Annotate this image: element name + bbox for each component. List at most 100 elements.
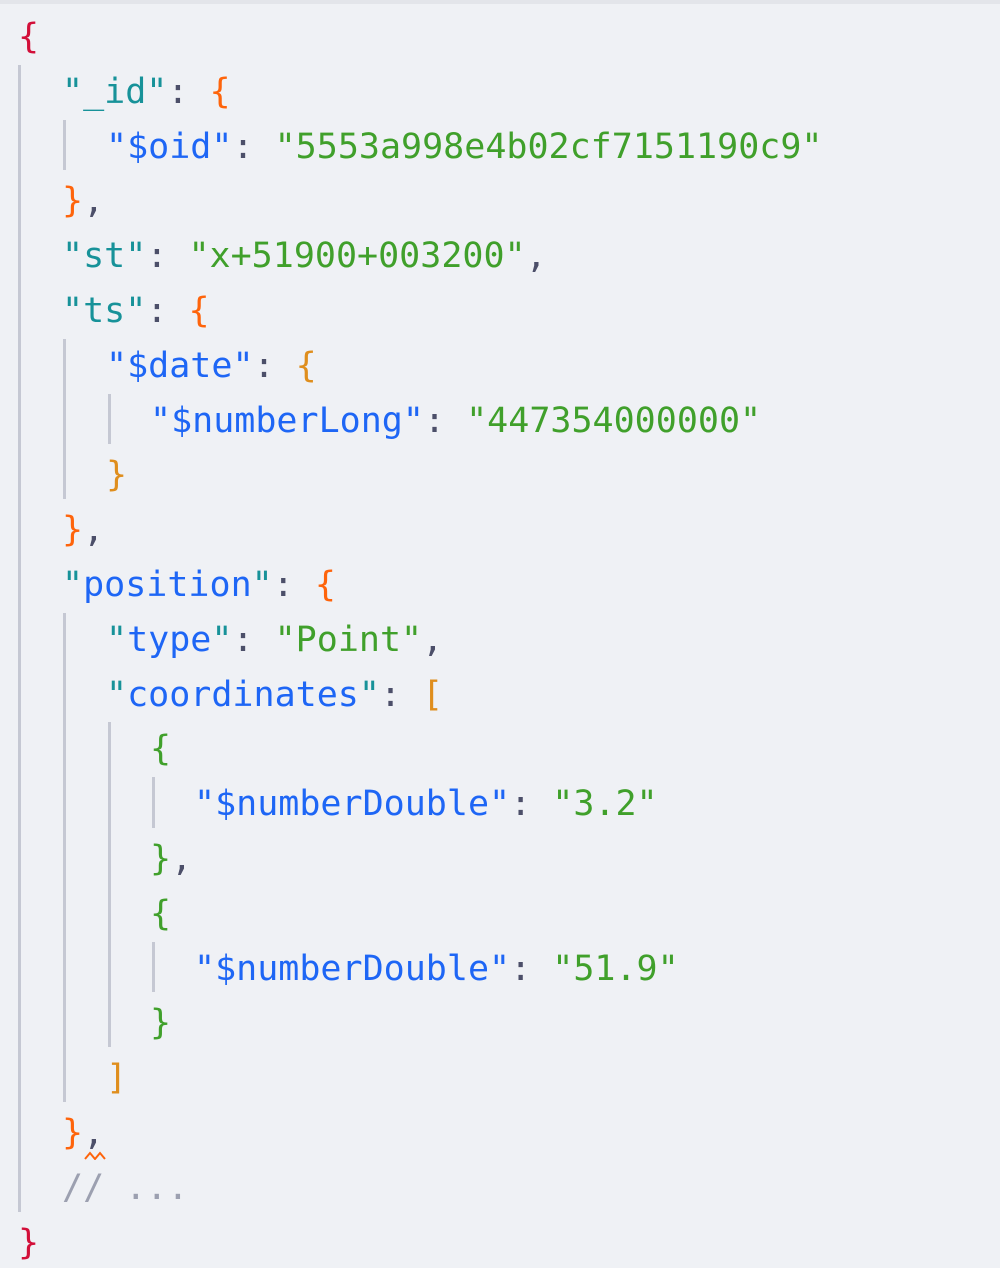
code-token: " xyxy=(62,565,84,605)
code-token: coordinates xyxy=(127,674,359,715)
code-token: { xyxy=(295,345,317,386)
code-line: }, xyxy=(150,832,192,887)
code-line: "$oid": "5553a998e4b02cf7151190c9" xyxy=(106,120,822,175)
code-token: { xyxy=(150,893,172,934)
code-line: "coordinates": [ xyxy=(106,668,443,723)
code-token: } xyxy=(18,1222,40,1263)
indent-guide xyxy=(108,393,111,445)
code-token: { xyxy=(314,565,336,605)
indent-guide xyxy=(152,941,155,993)
code-token: $numberLong xyxy=(171,400,403,441)
code-token: "x+51900+003200" xyxy=(188,236,526,277)
warning-squiggle[interactable] xyxy=(84,1150,106,1160)
code-line: "st": "x+51900+003200", xyxy=(62,229,547,284)
code-token: , xyxy=(83,181,105,222)
code-token: } xyxy=(106,455,128,496)
code-token: $oid xyxy=(127,126,212,167)
code-line: // ... xyxy=(62,1161,188,1216)
code-token: " xyxy=(106,345,128,386)
code-token: , xyxy=(525,236,547,277)
code-token: " xyxy=(150,400,172,441)
code-token: } xyxy=(62,181,84,222)
code-token: : xyxy=(423,400,467,441)
code-token: "51.9" xyxy=(552,948,679,989)
code-token: " xyxy=(194,948,216,989)
code-token: " xyxy=(402,400,424,441)
code-line: "$numberDouble": "51.9" xyxy=(194,942,679,997)
code-token: , xyxy=(83,510,105,551)
code-token: "3.2" xyxy=(552,784,658,825)
code-token: "Point" xyxy=(274,619,423,660)
code-token: " xyxy=(62,71,84,112)
code-token: { xyxy=(188,291,210,331)
code-token: "5553a998e4b02cf7151190c9" xyxy=(274,126,823,167)
code-token: " xyxy=(194,784,216,825)
indent-guide xyxy=(63,119,66,171)
code-token: : xyxy=(253,345,296,386)
code-token: : xyxy=(167,71,210,112)
code-token: [ xyxy=(422,674,444,715)
code-token: $numberDouble xyxy=(215,948,490,989)
code-line: }, xyxy=(62,174,104,229)
code-token: " xyxy=(125,291,147,331)
code-token: , xyxy=(171,839,193,879)
indent-guide xyxy=(63,612,66,1102)
code-token: { xyxy=(18,17,40,57)
code-token: : xyxy=(510,784,553,825)
code-token: " xyxy=(211,619,233,660)
code-token: } xyxy=(62,510,84,551)
code-token: " xyxy=(489,784,511,825)
code-token: " xyxy=(251,565,273,605)
code-token: } xyxy=(150,1003,172,1044)
code-line: "_id": { xyxy=(62,65,231,120)
code-line: { xyxy=(150,887,171,942)
code-token: st xyxy=(83,236,126,277)
code-token: : xyxy=(379,674,423,715)
code-token: type xyxy=(127,619,212,660)
code-token: { xyxy=(209,71,231,112)
code-line: { xyxy=(18,10,39,65)
code-line: { xyxy=(150,722,171,777)
code-line: "type": "Point", xyxy=(106,613,443,668)
code-token: $numberDouble xyxy=(215,784,490,825)
code-token: _id xyxy=(83,71,147,112)
code-token: : xyxy=(272,565,315,605)
code-token: : xyxy=(232,619,275,660)
code-token: "447354000000" xyxy=(466,400,762,441)
code-token: " xyxy=(106,126,128,167)
code-token: // ... xyxy=(62,1167,189,1208)
code-token: ] xyxy=(106,1058,128,1099)
code-token: position xyxy=(83,565,252,605)
code-line: "$date": { xyxy=(106,339,317,394)
code-token: " xyxy=(62,236,84,277)
code-line: "$numberDouble": "3.2" xyxy=(194,777,658,832)
code-token: " xyxy=(106,619,128,660)
code-line: } xyxy=(18,1216,39,1268)
code-line: "$numberLong": "447354000000" xyxy=(150,394,761,449)
code-token: } xyxy=(62,1113,84,1153)
code-token: " xyxy=(489,948,511,989)
code-token: " xyxy=(358,674,380,715)
code-token: : xyxy=(510,948,553,989)
code-line: }, xyxy=(62,503,104,558)
code-token: " xyxy=(211,126,233,167)
code-token: ts xyxy=(83,291,126,331)
code-token: : xyxy=(146,236,189,277)
code-line: } xyxy=(106,448,127,503)
indent-guide xyxy=(18,64,21,1212)
indent-guide xyxy=(63,338,66,500)
code-line: ] xyxy=(106,1051,127,1106)
indent-guide xyxy=(108,722,111,1048)
code-token: : xyxy=(232,126,275,167)
code-editor[interactable]: {"_id": {"$oid": "5553a998e4b02cf7151190… xyxy=(0,0,1000,1268)
code-token: { xyxy=(150,729,172,770)
code-token: " xyxy=(106,674,128,715)
code-token: " xyxy=(125,236,147,277)
indent-guide xyxy=(152,777,155,828)
code-token: $date xyxy=(127,345,233,386)
code-token: " xyxy=(62,291,84,331)
code-line: "position": { xyxy=(62,558,336,613)
code-token: } xyxy=(150,839,172,879)
code-line: } xyxy=(150,996,171,1051)
code-token: , xyxy=(422,619,444,660)
